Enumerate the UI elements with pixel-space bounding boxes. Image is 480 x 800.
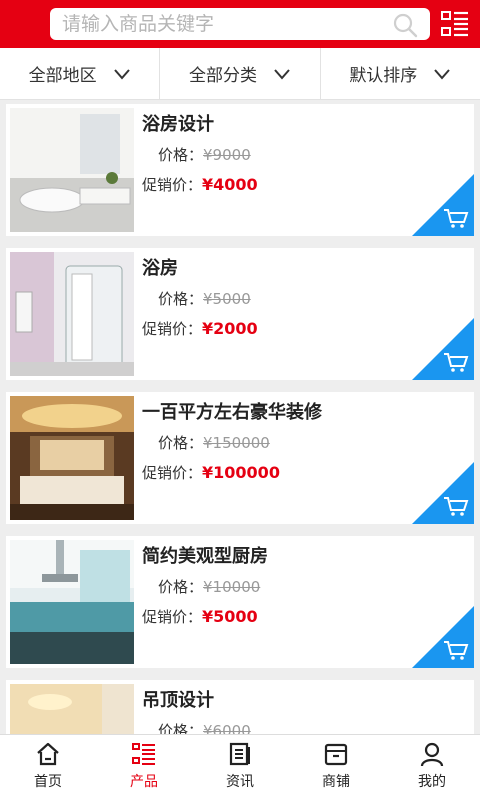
promo-price: ¥4000	[202, 175, 258, 194]
original-price: ¥150000	[203, 434, 270, 452]
product-promo-price: 促销价：¥4000	[142, 174, 258, 195]
price-label: 价格：	[158, 722, 204, 734]
nav-shop[interactable]: 商铺	[288, 735, 384, 800]
nav-profile-label: 我的	[418, 774, 446, 790]
product-image	[10, 252, 134, 376]
product-title[interactable]: 吊顶设计	[142, 686, 214, 712]
product-price: 价格：¥5000	[158, 288, 251, 309]
product-promo-price: 促销价：¥5000	[142, 606, 258, 627]
promo-label: 促销价：	[142, 176, 203, 194]
chevron-down-icon	[434, 68, 451, 80]
promo-label: 促销价：	[142, 608, 203, 626]
original-price: ¥9000	[203, 146, 251, 164]
original-price: ¥10000	[203, 578, 261, 596]
product-card[interactable]: 简约美观型厨房 价格：¥10000 促销价：¥5000	[6, 536, 474, 668]
product-card[interactable]: 浴房 价格：¥5000 促销价：¥2000	[6, 248, 474, 380]
cart-icon[interactable]	[412, 174, 474, 236]
product-promo-price: 促销价：¥2000	[142, 318, 258, 339]
price-label: 价格：	[158, 290, 204, 308]
cart-icon[interactable]	[412, 606, 474, 668]
nav-news[interactable]: 资讯	[192, 735, 288, 800]
cart-icon[interactable]	[412, 462, 474, 524]
product-card[interactable]: 浴房设计 价格：¥9000 促销价：¥4000	[6, 104, 474, 236]
product-image	[10, 108, 134, 232]
original-price: ¥5000	[203, 290, 251, 308]
price-label: 价格：	[158, 146, 204, 164]
product-price: 价格：¥150000	[158, 432, 270, 453]
product-title[interactable]: 浴房设计	[142, 110, 214, 136]
product-image	[10, 540, 134, 664]
product-price: 价格：¥6000	[158, 720, 251, 734]
filter-region-label: 全部地区	[28, 66, 97, 86]
price-label: 价格：	[158, 434, 204, 452]
product-list: 浴房设计 价格：¥9000 促销价：¥4000 浴房 价格：¥5000 促销价：…	[0, 100, 480, 734]
nav-products[interactable]: 产品	[96, 735, 192, 800]
news-icon	[229, 742, 250, 766]
home-icon	[37, 742, 59, 766]
product-title[interactable]: 浴房	[142, 254, 178, 280]
product-title[interactable]: 简约美观型厨房	[142, 542, 268, 568]
filter-category[interactable]: 全部分类	[160, 48, 321, 99]
search-icon[interactable]	[392, 12, 418, 38]
promo-label: 促销价：	[142, 464, 203, 482]
nav-shop-label: 商铺	[322, 774, 350, 790]
user-icon	[420, 742, 444, 767]
product-card[interactable]: 一百平方左右豪华装修 价格：¥150000 促销价：¥100000	[6, 392, 474, 524]
original-price: ¥6000	[203, 722, 251, 734]
promo-price: ¥2000	[202, 319, 258, 338]
nav-profile[interactable]: 我的	[384, 735, 480, 800]
nav-news-label: 资讯	[226, 774, 254, 790]
product-list-icon	[132, 743, 155, 765]
search-box[interactable]: 请输入商品关键字	[50, 8, 430, 40]
product-price: 价格：¥10000	[158, 576, 260, 597]
promo-price: ¥100000	[202, 463, 280, 482]
nav-products-label: 产品	[130, 774, 158, 790]
filter-region[interactable]: 全部地区	[0, 48, 161, 99]
product-card[interactable]: 吊顶设计 价格：¥6000	[6, 680, 474, 734]
cart-icon[interactable]	[412, 318, 474, 380]
product-image	[10, 684, 134, 734]
chevron-down-icon	[274, 68, 290, 80]
filter-sort-label: 默认排序	[349, 66, 418, 86]
filter-category-label: 全部分类	[188, 66, 257, 86]
product-price: 价格：¥9000	[158, 144, 251, 165]
category-menu-icon[interactable]	[440, 10, 470, 38]
product-title[interactable]: 一百平方左右豪华装修	[142, 398, 322, 424]
search-input[interactable]: 请输入商品关键字	[62, 12, 214, 36]
nav-home[interactable]: 首页	[0, 735, 96, 800]
shop-icon	[324, 743, 348, 766]
price-label: 价格：	[158, 578, 204, 596]
product-image	[10, 396, 134, 520]
top-header: 请输入商品关键字	[0, 0, 480, 48]
promo-price: ¥5000	[202, 607, 258, 626]
chevron-down-icon	[113, 68, 130, 80]
bottom-nav: 首页 产品 资讯 商铺 我的	[0, 734, 480, 800]
promo-label: 促销价：	[142, 320, 203, 338]
product-promo-price: 促销价：¥100000	[142, 462, 280, 483]
nav-home-label: 首页	[34, 774, 62, 790]
filter-sort[interactable]: 默认排序	[321, 48, 480, 99]
filter-bar: 全部地区 全部分类 默认排序	[0, 48, 480, 100]
